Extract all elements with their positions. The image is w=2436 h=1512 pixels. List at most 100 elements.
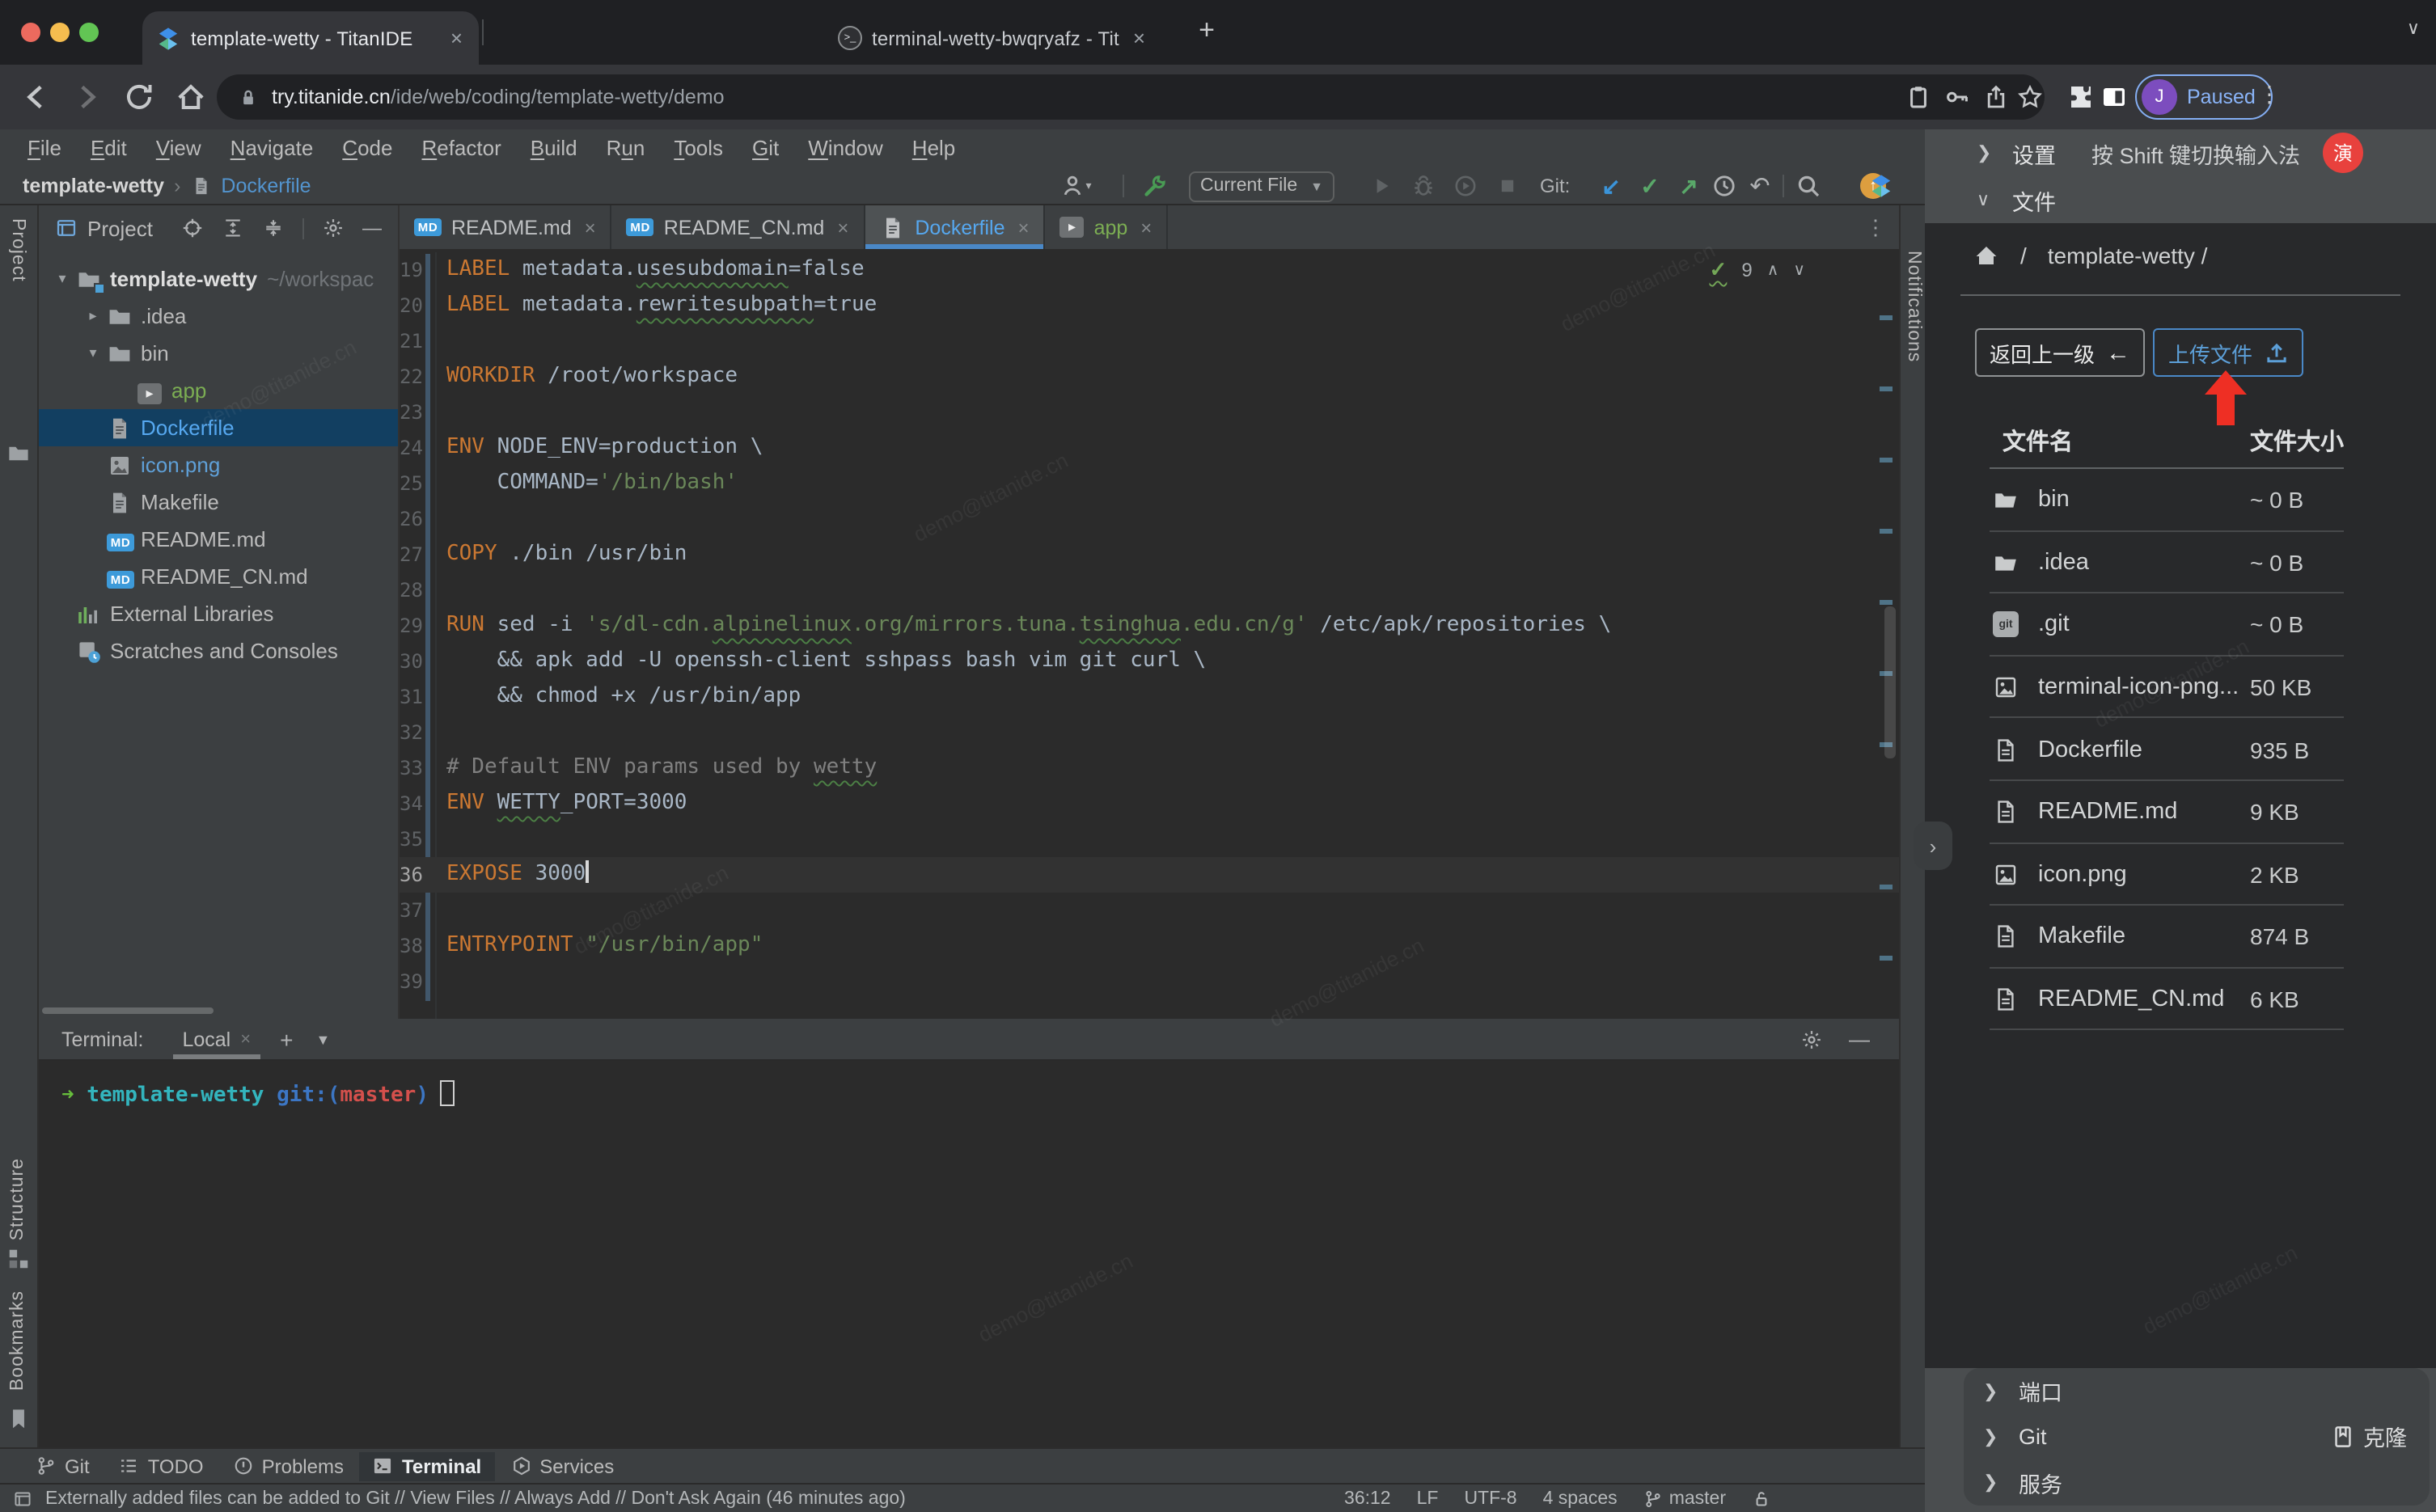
editor-tab-options-icon[interactable]: ⋮ bbox=[1865, 205, 1899, 249]
toolwindow-project-tab[interactable]: Project bbox=[8, 218, 27, 282]
menu-git[interactable]: Git bbox=[738, 136, 793, 160]
file-row-terminal-icon-png-[interactable]: terminal-icon-png... 50 KB bbox=[1925, 657, 2436, 719]
git-commit-icon[interactable]: ✓ bbox=[1637, 172, 1663, 199]
run-configuration-select[interactable]: Current File ▼ bbox=[1189, 171, 1334, 201]
editor-tab-readme-cn-md[interactable]: MD README_CN.md × bbox=[612, 205, 865, 249]
menu-edit[interactable]: Edit bbox=[76, 136, 142, 160]
demo-badge[interactable]: 演 bbox=[2323, 133, 2363, 173]
status-master[interactable]: master bbox=[1643, 1489, 1726, 1508]
toolwindow-services-button[interactable]: Services bbox=[497, 1451, 627, 1480]
settings-section-header[interactable]: ❯ 设置 按 Shift 键切换输入法 演 bbox=[1925, 129, 2436, 176]
go-up-button[interactable]: 返回上一级 ← bbox=[1975, 328, 2145, 377]
tab-close-icon[interactable]: × bbox=[837, 216, 848, 239]
titanide-gem-icon[interactable] bbox=[1868, 173, 1894, 199]
project-hscrollbar[interactable] bbox=[42, 1007, 214, 1014]
home-icon[interactable] bbox=[1973, 243, 1999, 268]
close-icon[interactable]: × bbox=[240, 1029, 251, 1049]
code-line-32[interactable]: 32 bbox=[400, 715, 1899, 750]
terminal-minimize-icon[interactable]: — bbox=[1849, 1027, 1870, 1051]
tree-item-external-libraries[interactable]: External Libraries bbox=[39, 595, 398, 632]
tab-close-icon[interactable]: × bbox=[585, 216, 596, 239]
tab-search-chevron-icon[interactable]: ∨ bbox=[2407, 18, 2420, 39]
tree-item-readme-md[interactable]: MD README.md bbox=[39, 521, 398, 558]
toolwindow-structure-tab[interactable]: Structure bbox=[8, 1158, 27, 1240]
status-utf-8[interactable]: UTF-8 bbox=[1464, 1489, 1516, 1508]
file-row-icon-png[interactable]: icon.png 2 KB bbox=[1925, 843, 2436, 906]
upload-file-button[interactable]: 上传文件 bbox=[2153, 328, 2303, 377]
terminal-tab-local[interactable]: Local × bbox=[172, 1019, 261, 1059]
tab-close-icon[interactable]: × bbox=[1140, 216, 1152, 239]
menu-build[interactable]: Build bbox=[516, 136, 592, 160]
tree-item-template-wetty[interactable]: ▾ template-wetty ~/workspac bbox=[39, 260, 398, 298]
toolwindow-problems-button[interactable]: Problems bbox=[220, 1451, 357, 1480]
browser-home-icon[interactable] bbox=[175, 81, 207, 113]
code-line-38[interactable]: 38 ENTRYPOINT "/usr/bin/app" bbox=[400, 928, 1899, 964]
browser-menu-kebab-icon[interactable]: ⋮ bbox=[2258, 81, 2281, 108]
toolwindow-terminal-button[interactable]: Terminal bbox=[359, 1451, 495, 1480]
file-row-makefile[interactable]: Makefile 874 B bbox=[1925, 906, 2436, 968]
tree-item-bin[interactable]: ▾ bin bbox=[39, 335, 398, 372]
extensions-puzzle-icon[interactable] bbox=[2067, 84, 2093, 110]
menu-navigate[interactable]: Navigate bbox=[216, 136, 328, 160]
browser-back-icon[interactable] bbox=[19, 81, 52, 113]
section-端口[interactable]: ❯ 端口 bbox=[1964, 1368, 2430, 1414]
tree-item-makefile[interactable]: Makefile bbox=[39, 484, 398, 521]
url-lock-icon[interactable] bbox=[238, 87, 259, 108]
browser-profile-button[interactable]: J Paused bbox=[2135, 74, 2273, 120]
project-folder-icon[interactable] bbox=[6, 441, 31, 466]
menu-help[interactable]: Help bbox=[898, 136, 971, 160]
structure-icon[interactable] bbox=[6, 1247, 31, 1271]
toolwindow-git-button[interactable]: Git bbox=[23, 1451, 103, 1480]
tree-chevron-icon[interactable]: ▾ bbox=[79, 344, 107, 362]
tree-item-dockerfile[interactable]: Dockerfile bbox=[39, 409, 398, 446]
section-服务[interactable]: ❯ 服务 bbox=[1964, 1459, 2430, 1506]
tab-close-icon[interactable]: × bbox=[1018, 216, 1030, 239]
macos-minimize-icon[interactable] bbox=[50, 23, 70, 42]
code-line-19[interactable]: 19 LABEL metadata.usesubdomain=false bbox=[400, 252, 1899, 288]
code-line-37[interactable]: 37 bbox=[400, 893, 1899, 928]
browser-tab[interactable]: template-wetty - TitanIDE × bbox=[142, 11, 479, 65]
clone-button[interactable]: 克隆 bbox=[2331, 1421, 2407, 1453]
status-lf[interactable]: LF bbox=[1417, 1489, 1439, 1508]
macos-close-icon[interactable] bbox=[21, 23, 40, 42]
code-line-21[interactable]: 21 bbox=[400, 323, 1899, 359]
terminal-dropdown-icon[interactable]: ▼ bbox=[315, 1031, 330, 1047]
browser-tab[interactable]: >_ terminal-wetty-bwqryafz - Tita × bbox=[825, 11, 1161, 65]
status-4-spaces[interactable]: 4 spaces bbox=[1543, 1489, 1618, 1508]
menu-file[interactable]: File bbox=[13, 136, 76, 160]
menu-view[interactable]: View bbox=[142, 136, 216, 160]
run-coverage-icon[interactable] bbox=[1453, 173, 1478, 199]
browser-forward-icon[interactable] bbox=[71, 81, 104, 113]
panel-expand-button[interactable]: › bbox=[1914, 821, 1952, 870]
code-line-36[interactable]: 36 EXPOSE 3000 bbox=[400, 857, 1899, 893]
toolwindow-todo-button[interactable]: TODO bbox=[106, 1451, 217, 1480]
section-git[interactable]: ❯ Git 克隆 bbox=[1964, 1414, 2430, 1460]
code-line-22[interactable]: 22 WORKDIR /root/workspace bbox=[400, 359, 1899, 395]
menu-refactor[interactable]: Refactor bbox=[407, 136, 515, 160]
menu-tools[interactable]: Tools bbox=[659, 136, 738, 160]
code-line-31[interactable]: 31 && chmod +x /usr/bin/app bbox=[400, 679, 1899, 715]
tree-item--idea[interactable]: ▸ .idea bbox=[39, 298, 398, 335]
search-everywhere-icon[interactable] bbox=[1795, 173, 1821, 199]
user-caret-icon[interactable]: ▾ bbox=[1082, 173, 1095, 199]
rollback-icon[interactable]: ↶ bbox=[1747, 173, 1773, 201]
tree-chevron-icon[interactable]: ▸ bbox=[79, 307, 107, 325]
tab-close-icon[interactable]: × bbox=[1130, 26, 1148, 50]
share-icon[interactable] bbox=[1983, 84, 2009, 110]
files-section-header[interactable]: ∨ 文件 bbox=[1925, 176, 2436, 223]
status-unlock[interactable] bbox=[1752, 1489, 1771, 1508]
intention-bulb-icon[interactable] bbox=[443, 830, 461, 851]
hide-panel-icon[interactable]: — bbox=[362, 217, 382, 239]
tree-item-readme-cn-md[interactable]: MD README_CN.md bbox=[39, 558, 398, 595]
editor-tab-app[interactable]: ▸ app × bbox=[1046, 205, 1169, 249]
file-row--git[interactable]: git .git ~ 0 B bbox=[1925, 593, 2436, 656]
menu-window[interactable]: Window bbox=[793, 136, 898, 160]
breadcrumb-file[interactable]: Dockerfile bbox=[221, 175, 311, 197]
file-row-dockerfile[interactable]: Dockerfile 935 B bbox=[1925, 719, 2436, 781]
tree-chevron-icon[interactable]: ▾ bbox=[49, 270, 76, 288]
status-message[interactable]: Externally added files can be added to G… bbox=[45, 1489, 906, 1508]
tree-item-scratches-and-consoles[interactable]: Scratches and Consoles bbox=[39, 632, 398, 669]
code-area[interactable]: 19 LABEL metadata.usesubdomain=false 20 LAB… bbox=[400, 252, 1899, 1019]
code-line-28[interactable]: 28 bbox=[400, 572, 1899, 608]
code-line-39[interactable]: 39 bbox=[400, 964, 1899, 999]
